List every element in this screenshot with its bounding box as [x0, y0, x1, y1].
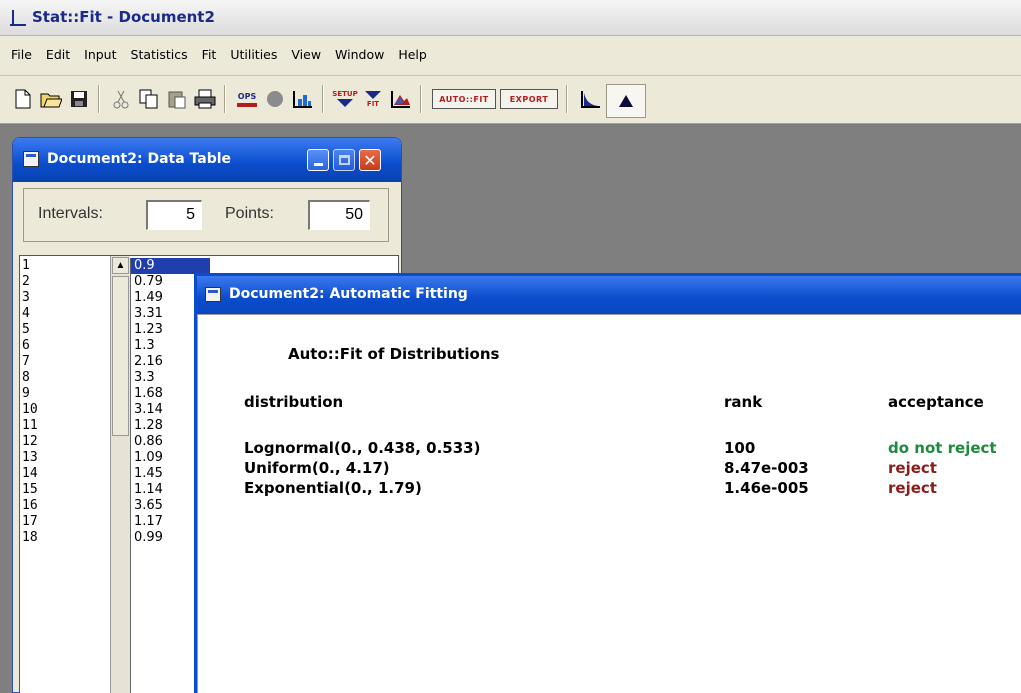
menu-fit[interactable]: Fit	[195, 47, 224, 62]
export-button[interactable]: EXPORT	[500, 89, 558, 109]
row-number: 6	[22, 338, 30, 353]
menu-edit[interactable]: Edit	[39, 47, 77, 62]
save-icon[interactable]	[66, 86, 92, 112]
circle-icon[interactable]	[262, 86, 288, 112]
menu-view[interactable]: View	[284, 47, 328, 62]
row-number: 12	[22, 434, 38, 449]
maximize-button[interactable]	[333, 149, 355, 171]
row-number: 15	[22, 482, 38, 497]
row-number: 4	[22, 306, 30, 321]
intervals-field[interactable]: 5	[146, 200, 202, 230]
data-table-title: Document2: Data Table	[47, 151, 232, 167]
paste-icon[interactable]	[164, 86, 190, 112]
toolbar: OPS SETUP FIT AUTO::FIT EXPORT	[0, 76, 1021, 124]
triangle-chart-icon	[619, 95, 633, 107]
distribution-column-header: distribution	[244, 393, 344, 411]
ops-icon[interactable]: OPS	[234, 86, 260, 112]
menu-file[interactable]: File	[4, 47, 39, 62]
menu-help[interactable]: Help	[391, 47, 434, 62]
menu-utilities[interactable]: Utilities	[223, 47, 284, 62]
auto-fit-report: Auto::Fit of Distributions distribution …	[197, 314, 1021, 693]
acceptance-value: do not reject	[888, 439, 997, 457]
row-number: 9	[22, 386, 30, 401]
rank-value: 1.46e-005	[724, 479, 809, 497]
acceptance-value: reject	[888, 479, 937, 497]
distribution-name: Uniform(0., 4.17)	[244, 459, 390, 477]
row-number-column: 1 2 3 4 5 6 7 8 9 10 11 12 13 14 15 16 1…	[20, 258, 110, 546]
distribution-name: Lognormal(0., 0.438, 0.533)	[244, 439, 481, 457]
print-icon[interactable]	[192, 86, 218, 112]
menu-input[interactable]: Input	[77, 47, 123, 62]
scroll-thumb[interactable]	[112, 276, 129, 436]
setup-icon[interactable]: SETUP	[332, 86, 358, 112]
chart-line-icon[interactable]	[578, 86, 604, 112]
intervals-points-group: Intervals: 5 Points: 50	[23, 188, 389, 242]
row-number: 11	[22, 418, 38, 433]
histogram-icon[interactable]	[290, 86, 316, 112]
menu-window[interactable]: Window	[328, 47, 391, 62]
points-field[interactable]: 50	[308, 200, 370, 230]
data-cell[interactable]: 0.9	[131, 258, 210, 274]
row-number: 2	[22, 274, 30, 289]
triangle-chart-button[interactable]	[606, 84, 646, 118]
maximize-icon	[338, 155, 350, 165]
close-icon: ✕	[363, 150, 377, 170]
result-row: Uniform(0., 4.17) 8.47e-003 reject	[198, 459, 1021, 479]
setup-label: SETUP	[332, 90, 358, 98]
row-number: 1	[22, 258, 30, 273]
row-number: 18	[22, 530, 38, 545]
document-icon	[205, 287, 221, 302]
grid-scrollbar[interactable]: ▲	[110, 256, 130, 693]
distribution-name: Exponential(0., 1.79)	[244, 479, 422, 497]
minimize-button[interactable]	[307, 149, 329, 171]
ops-label: OPS	[237, 91, 257, 101]
intervals-label: Intervals:	[38, 205, 103, 222]
minimize-icon	[313, 162, 323, 166]
report-heading: Auto::Fit of Distributions	[288, 345, 500, 363]
row-number: 8	[22, 370, 30, 385]
row-number: 7	[22, 354, 30, 369]
auto-fit-titlebar[interactable]: Document2: Automatic Fitting	[197, 276, 1021, 314]
points-label: Points:	[225, 205, 274, 222]
scroll-up-icon[interactable]: ▲	[112, 257, 129, 274]
auto-fit-window: Document2: Automatic Fitting Auto::Fit o…	[194, 273, 1021, 693]
app-window: Stat::Fit - Document2 File Edit Input St…	[0, 0, 1021, 693]
auto-fit-title: Document2: Automatic Fitting	[229, 286, 468, 302]
mountain-chart-icon[interactable]	[388, 86, 414, 112]
document-icon	[23, 151, 39, 167]
autofit-button[interactable]: AUTO::FIT	[432, 89, 496, 109]
rank-value: 100	[724, 439, 756, 457]
new-icon[interactable]	[10, 86, 36, 112]
menu-bar: File Edit Input Statistics Fit Utilities…	[0, 36, 1021, 76]
acceptance-column-header: acceptance	[888, 393, 984, 411]
rank-value: 8.47e-003	[724, 459, 809, 477]
row-number: 17	[22, 514, 38, 529]
app-titlebar[interactable]: Stat::Fit - Document2	[0, 0, 1021, 36]
row-number: 3	[22, 290, 30, 305]
row-number: 5	[22, 322, 30, 337]
open-icon[interactable]	[38, 86, 64, 112]
row-number: 16	[22, 498, 38, 513]
menu-statistics[interactable]: Statistics	[124, 47, 195, 62]
row-number: 10	[22, 402, 38, 417]
result-row: Exponential(0., 1.79) 1.46e-005 reject	[198, 479, 1021, 499]
fit-icon[interactable]: FIT	[360, 86, 386, 112]
result-row: Lognormal(0., 0.438, 0.533) 100 do not r…	[198, 439, 1021, 459]
data-table-titlebar[interactable]: Document2: Data Table ✕	[13, 138, 401, 182]
close-button[interactable]: ✕	[359, 149, 381, 171]
acceptance-value: reject	[888, 459, 937, 477]
rank-column-header: rank	[724, 393, 763, 411]
app-title: Stat::Fit - Document2	[32, 8, 215, 26]
row-number: 13	[22, 450, 38, 465]
copy-icon[interactable]	[136, 86, 162, 112]
row-number: 14	[22, 466, 38, 481]
app-logo-icon	[10, 10, 26, 26]
fit-label: FIT	[366, 100, 380, 108]
cut-icon[interactable]	[108, 86, 134, 112]
